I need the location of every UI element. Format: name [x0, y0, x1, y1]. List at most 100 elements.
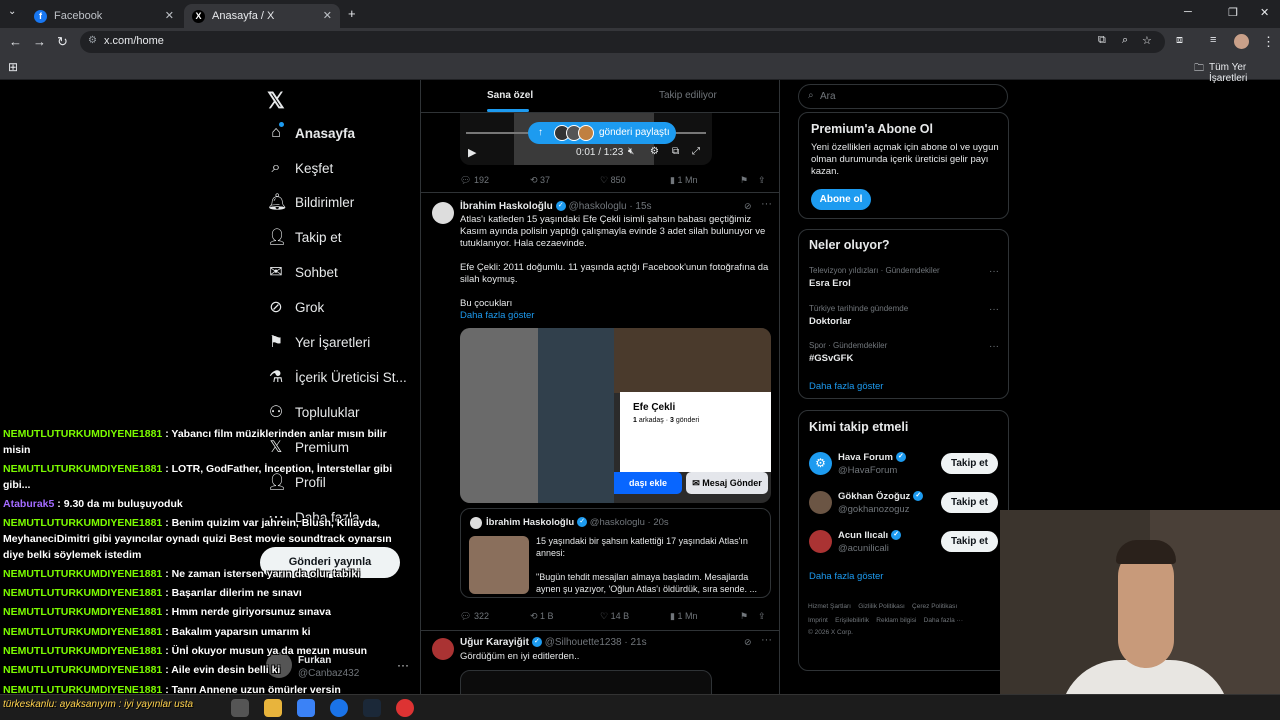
nav-chat[interactable]: ✉ Sohbet: [267, 258, 338, 286]
footer-link[interactable]: Erişilebilirlik: [835, 617, 869, 624]
footer-link[interactable]: Daha fazla ···: [924, 617, 963, 624]
settings-icon[interactable]: ⚙: [650, 146, 659, 157]
mute-icon[interactable]: 🔇︎: [628, 146, 634, 157]
fullscreen-icon[interactable]: ⤢: [692, 146, 700, 157]
new-posts-pill[interactable]: ↑ gönderi paylaştı: [528, 122, 676, 144]
more-icon[interactable]: ···: [761, 634, 772, 646]
tab-following[interactable]: Takip ediliyor: [659, 90, 717, 101]
quote-tweet[interactable]: İbrahim Haskoloğlu ✓ @haskologlu · 20s 15…: [460, 508, 771, 598]
tab-for-you[interactable]: Sana özel: [487, 90, 533, 101]
avatar[interactable]: [1234, 34, 1249, 49]
footer-link[interactable]: Hizmet Şartları: [808, 603, 851, 610]
bookmark-icon[interactable]: ⚑: [740, 611, 758, 622]
post-time[interactable]: · 15s: [629, 201, 651, 212]
author-handle[interactable]: @Silhouette1238: [545, 637, 622, 648]
menu-icon[interactable]: ⋮: [1262, 34, 1275, 50]
footer-link[interactable]: Çerez Politikası: [912, 603, 957, 610]
back-icon[interactable]: ←: [9, 34, 22, 49]
message-button[interactable]: ✉ Mesaj Gönder: [686, 472, 768, 494]
repost-button[interactable]: ⟲ 1 B: [530, 611, 600, 622]
reading-list-icon[interactable]: ≡: [1210, 34, 1216, 46]
author-name[interactable]: İbrahim Haskoloğlu: [460, 201, 553, 212]
avatar[interactable]: [432, 202, 454, 224]
tab-x[interactable]: X Anasayfa / X ✕: [184, 4, 340, 28]
nav-bookmarks[interactable]: ⚑ Yer İşaretleri: [267, 328, 370, 356]
footer-link[interactable]: Reklam bilgisi: [876, 617, 916, 624]
footer-link[interactable]: Gizlilik Politikası: [858, 603, 905, 610]
add-friend-button[interactable]: daşı ekle: [614, 472, 682, 494]
bookmark-icon[interactable]: ⚑: [740, 175, 758, 186]
nav-grok[interactable]: ⊘ Grok: [267, 293, 324, 321]
reply-button[interactable]: 💬︎ 322: [460, 611, 530, 622]
new-tab-button[interactable]: +: [348, 6, 356, 21]
close-window-icon[interactable]: ✕: [1260, 6, 1269, 19]
play-icon[interactable]: ▶: [468, 146, 476, 159]
trend-item[interactable]: Televizyon yıldızları · Gündemdekiler Es…: [809, 266, 999, 289]
like-button[interactable]: ♡ 14 B: [600, 611, 670, 622]
forward-icon[interactable]: →: [33, 34, 46, 49]
install-icon[interactable]: ⧉: [1098, 34, 1106, 47]
post-time[interactable]: · 21s: [624, 637, 646, 648]
chat-message: NEMUTLUTURKUMDIYENE1881 : LOTR, GodFathe…: [3, 463, 393, 491]
post-text: Bu çocukları: [460, 298, 513, 309]
subtitles-icon[interactable]: ⧉: [672, 146, 679, 157]
zoom-icon[interactable]: ⌕: [1122, 34, 1128, 47]
share-icon[interactable]: ⇪: [758, 611, 766, 622]
follow-suggestion[interactable]: Acun Ilıcalı ✓ @acunilicali Takip et: [799, 527, 1008, 559]
apps-icon[interactable]: ⊞: [8, 60, 18, 74]
tab-search-icon[interactable]: ⌄: [8, 6, 16, 17]
trend-item[interactable]: Spor · Gündemdekiler #GSvGFK ···: [809, 341, 999, 364]
like-button[interactable]: ♡ 850: [600, 175, 670, 186]
more-icon[interactable]: ···: [989, 266, 999, 277]
post-image[interactable]: Efe Çekli 1 arkadaş · 3 gönderi daşı ekl…: [460, 328, 771, 503]
avatar[interactable]: [432, 638, 454, 660]
more-icon[interactable]: ···: [761, 198, 772, 210]
follow-button[interactable]: Takip et: [940, 531, 998, 552]
extensions-icon[interactable]: ⧈: [1176, 34, 1183, 47]
author-name[interactable]: Uğur Karayiğit: [460, 637, 529, 648]
mail-app-icon[interactable]: [297, 699, 315, 717]
task-view-icon[interactable]: [231, 699, 249, 717]
more-icon[interactable]: ···: [989, 304, 999, 315]
share-icon[interactable]: ⇪: [758, 175, 766, 186]
show-more-link[interactable]: Daha fazla göster: [809, 381, 883, 392]
close-icon[interactable]: ✕: [165, 9, 174, 22]
search-input[interactable]: ⌕ Ara: [798, 84, 1008, 109]
reply-button[interactable]: 💬︎ 192: [460, 175, 530, 186]
site-info-icon[interactable]: ⚙: [88, 35, 97, 46]
nav-notifications[interactable]: 🔔︎ Bildirimler: [267, 188, 354, 216]
follow-button[interactable]: Takip et: [940, 492, 998, 513]
all-bookmarks-label[interactable]: Tüm Yer İşaretleri: [1209, 62, 1280, 84]
minimize-icon[interactable]: ─: [1184, 6, 1192, 18]
address-bar[interactable]: ⚙ x.com/home ⧉ ⌕ ☆: [80, 31, 1165, 53]
grok-icon[interactable]: ⊘: [744, 201, 752, 212]
close-icon[interactable]: ✕: [323, 9, 332, 22]
views-button[interactable]: ▮ 1 Mn: [670, 175, 740, 186]
show-more-link[interactable]: Daha fazla göster: [809, 571, 883, 582]
nav-explore[interactable]: ⌕ Keşfet: [267, 154, 334, 182]
star-icon[interactable]: ☆: [1142, 34, 1152, 47]
steam-icon[interactable]: [363, 699, 381, 717]
views-button[interactable]: ▮ 1 Mn: [670, 611, 740, 622]
author-handle[interactable]: @haskologlu: [569, 201, 627, 212]
nav-creator-studio[interactable]: ⚗ İçerik Üreticisi St...: [267, 363, 407, 391]
repost-button[interactable]: ⟲ 37: [530, 175, 600, 186]
follow-suggestion[interactable]: ⚙ Hava Forum ✓ @HavaForum Takip et: [799, 449, 1008, 481]
follow-suggestion[interactable]: Gökhan Özoğuz ✓ @gokhanozoguz Takip et: [799, 488, 1008, 520]
show-more-link[interactable]: Daha fazla göster: [460, 310, 534, 321]
trend-item[interactable]: Türkiye tarihinde gündemde Doktorlar ···: [809, 304, 999, 327]
follow-button[interactable]: Takip et: [940, 453, 998, 474]
tab-facebook[interactable]: f Facebook ✕: [26, 4, 182, 28]
restore-icon[interactable]: ❐: [1228, 6, 1238, 19]
nav-follow[interactable]: 👤︎ Takip et: [267, 223, 342, 251]
more-icon[interactable]: ···: [989, 341, 999, 352]
subscribe-button[interactable]: Abone ol: [811, 189, 871, 210]
footer-link[interactable]: Imprint: [808, 617, 828, 624]
chrome-icon[interactable]: [330, 699, 348, 717]
x-logo-icon[interactable]: 𝕏: [267, 88, 285, 114]
url-text[interactable]: x.com/home: [104, 35, 164, 47]
obs-icon[interactable]: [396, 699, 414, 717]
grok-icon[interactable]: ⊘: [744, 637, 752, 648]
reload-icon[interactable]: ↻: [57, 34, 68, 50]
file-explorer-icon[interactable]: [264, 699, 282, 717]
